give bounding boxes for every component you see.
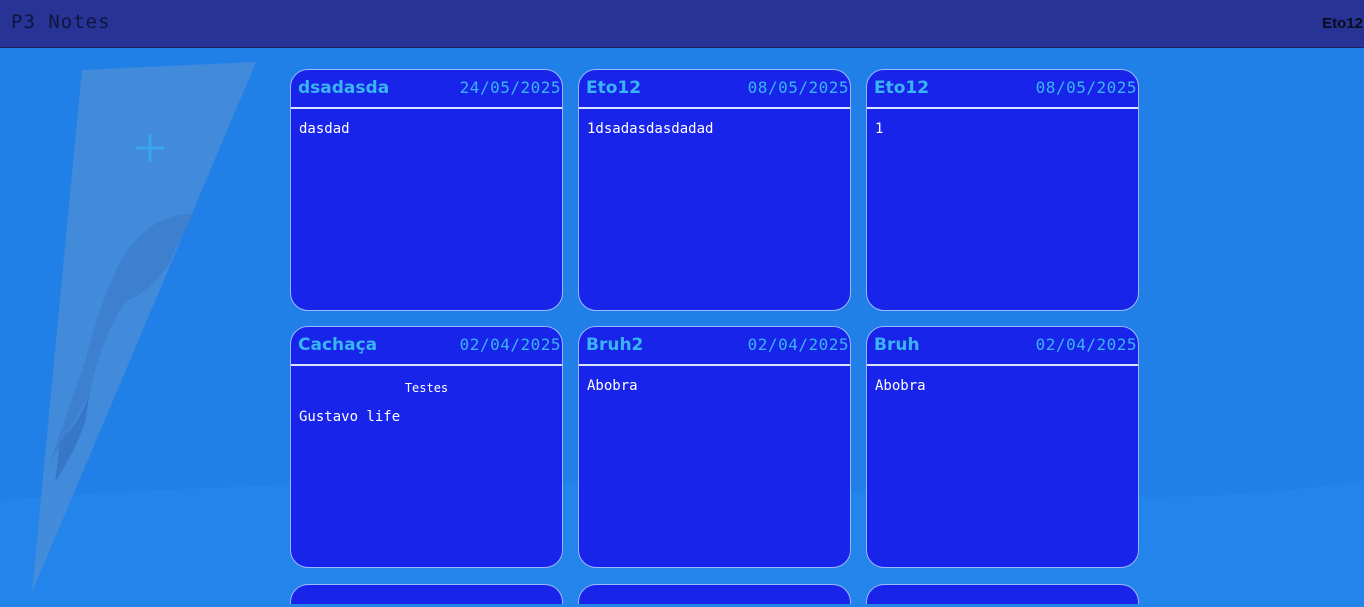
note-header: Cachaça 02/04/2025	[291, 327, 562, 366]
note-title: Bruh	[874, 335, 920, 355]
note-date: 24/05/2025	[459, 78, 561, 97]
note-heading: Testes	[404, 381, 449, 395]
note-header: Bruh 02/04/2025	[867, 327, 1138, 366]
note-header: dsadasda 24/05/2025	[291, 70, 562, 109]
top-bar: P3 Notes Eto12	[0, 0, 1364, 48]
note-card[interactable]: Eto12 08/05/2025 1dsadasdasdadad	[578, 69, 851, 311]
note-card[interactable]: Eto12 08/05/2025 1	[866, 69, 1139, 311]
note-date: 02/04/2025	[1035, 335, 1137, 354]
add-note-panel[interactable]	[30, 62, 260, 592]
note-card[interactable]	[290, 584, 563, 604]
note-card[interactable]: Bruh 02/04/2025 Abobra	[866, 326, 1139, 568]
note-body: dasdad	[299, 121, 350, 137]
note-title: Bruh2	[586, 335, 644, 355]
note-date: 08/05/2025	[1035, 78, 1137, 97]
note-card[interactable]: Cachaça 02/04/2025 Testes Gustavo life	[290, 326, 563, 568]
note-body: 1	[875, 121, 884, 137]
note-body: 1dsadasdasdadad	[587, 121, 714, 137]
note-card[interactable]	[578, 584, 851, 604]
note-body: Abobra	[875, 378, 926, 394]
note-header: Bruh2 02/04/2025	[579, 327, 850, 366]
app-title: P3 Notes	[11, 11, 111, 33]
note-header: Eto12 08/05/2025	[579, 70, 850, 109]
note-card[interactable]: Bruh2 02/04/2025 Abobra	[578, 326, 851, 568]
note-card[interactable]: dsadasda 24/05/2025 dasdad	[290, 69, 563, 311]
note-header: Eto12 08/05/2025	[867, 70, 1138, 109]
note-date: 08/05/2025	[747, 78, 849, 97]
note-title: Cachaça	[298, 335, 378, 355]
note-date: 02/04/2025	[459, 335, 561, 354]
note-date: 02/04/2025	[747, 335, 849, 354]
user-name[interactable]: Eto12	[1322, 15, 1363, 32]
note-title: Eto12	[874, 78, 930, 98]
note-body: Abobra	[587, 378, 638, 394]
note-title: Eto12	[586, 78, 642, 98]
note-content: Testes Gustavo life	[291, 366, 562, 437]
note-title: dsadasda	[298, 78, 390, 98]
note-body: Gustavo life	[299, 409, 401, 425]
note-card[interactable]	[866, 584, 1139, 604]
